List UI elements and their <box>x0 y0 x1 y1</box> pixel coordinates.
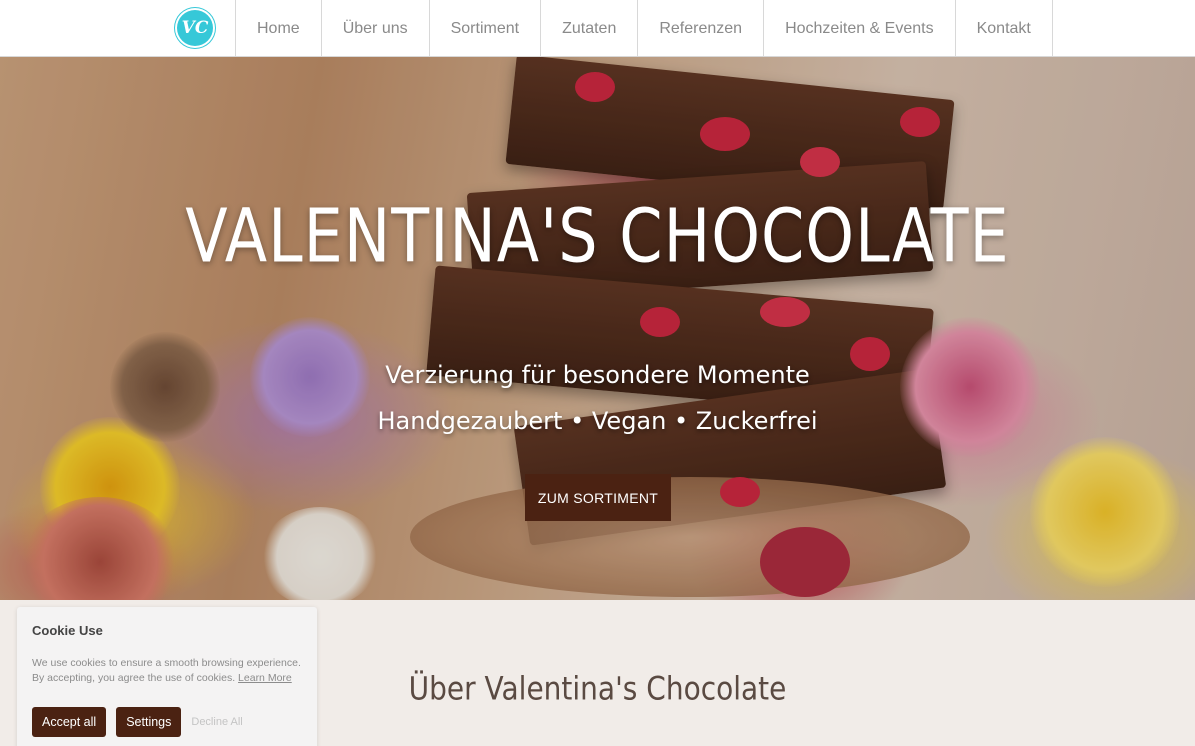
nav-item-ueber-uns[interactable]: Über uns <box>322 0 430 57</box>
nav-item-referenzen[interactable]: Referenzen <box>638 0 765 57</box>
main-menu: Home Über uns Sortiment Zutaten Referenz… <box>235 0 1053 57</box>
cookie-settings-button[interactable]: Settings <box>116 707 182 737</box>
learn-more-link[interactable]: Learn More <box>238 672 292 684</box>
zum-sortiment-button[interactable]: ZUM SORTIMENT <box>525 474 671 521</box>
cookie-banner-text: We use cookies to ensure a smooth browsi… <box>32 656 302 686</box>
hero-subtitle-line2: Handgezaubert • Vegan • Zuckerfrei <box>377 407 818 435</box>
logo-text: VC <box>181 18 209 38</box>
nav-item-kontakt[interactable]: Kontakt <box>956 0 1053 57</box>
hero-subtitle-line1: Verzierung für besondere Momente <box>385 361 810 389</box>
accept-all-button[interactable]: Accept all <box>32 707 107 737</box>
hero-title: VALENTINA'S CHOCOLATE <box>185 191 1010 280</box>
nav-item-hochzeiten-events[interactable]: Hochzeiten & Events <box>764 0 956 57</box>
nav-item-home[interactable]: Home <box>236 0 322 57</box>
nav-item-sortiment[interactable]: Sortiment <box>430 0 542 57</box>
nav-item-zutaten[interactable]: Zutaten <box>541 0 639 57</box>
cookie-actions: Accept all Settings Decline All <box>32 707 243 737</box>
decline-all-button[interactable]: Decline All <box>191 716 242 728</box>
cookie-banner: Cookie Use We use cookies to ensure a sm… <box>17 607 317 746</box>
hero-banner: VALENTINA'S CHOCOLATE Verzierung für bes… <box>0 57 1195 600</box>
cookie-banner-title: Cookie Use <box>32 623 103 638</box>
top-navigation: VC Home Über uns Sortiment Zutaten Refer… <box>0 0 1195 57</box>
logo[interactable]: VC <box>175 8 215 48</box>
